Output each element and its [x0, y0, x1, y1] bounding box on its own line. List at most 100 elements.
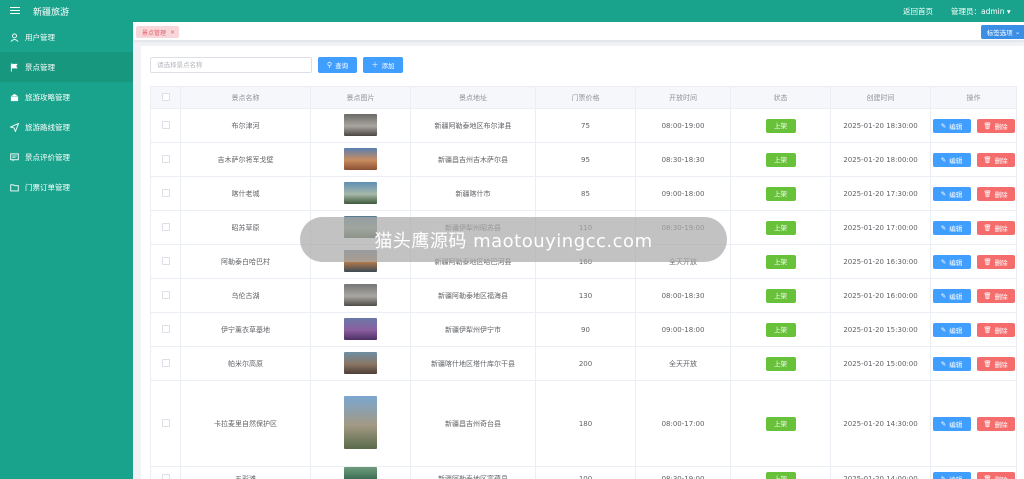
row-checkbox[interactable]: [161, 324, 170, 333]
header-actions: 操作: [930, 86, 1017, 109]
delete-button[interactable]: 🗑删除: [976, 220, 1015, 235]
delete-button[interactable]: 🗑删除: [976, 356, 1015, 371]
spot-price: 200: [535, 346, 636, 381]
edit-button[interactable]: ✎编辑: [932, 118, 971, 133]
edit-button[interactable]: ✎编辑: [932, 356, 971, 371]
row-select-cell: [150, 380, 181, 467]
edit-button[interactable]: ✎编辑: [932, 322, 971, 337]
actions-cell: ✎编辑 🗑删除: [930, 312, 1017, 347]
spot-image-cell: [310, 278, 411, 313]
status-badge[interactable]: 上架: [765, 254, 796, 269]
delete-button[interactable]: 🗑删除: [976, 416, 1015, 431]
delete-label: 删除: [994, 224, 1008, 233]
spot-price: 100: [535, 466, 636, 479]
row-checkbox[interactable]: [161, 222, 170, 231]
actions-cell: ✎编辑 🗑删除: [930, 380, 1017, 467]
actions-cell: ✎编辑 🗑删除: [930, 346, 1017, 381]
delete-button[interactable]: 🗑删除: [976, 254, 1015, 269]
edit-button[interactable]: ✎编辑: [932, 416, 971, 431]
edit-button[interactable]: ✎编辑: [932, 220, 971, 235]
delete-label: 删除: [994, 360, 1008, 369]
delete-button[interactable]: 🗑删除: [976, 186, 1015, 201]
row-checkbox[interactable]: [161, 256, 170, 265]
status-badge[interactable]: 上架: [765, 118, 796, 133]
menu-toggle-icon[interactable]: [10, 7, 20, 15]
trash-icon: 🗑: [983, 359, 992, 368]
edit-button[interactable]: ✎编辑: [932, 254, 971, 269]
sidebar: 新疆旅游 用户管理 景点管理 旅游攻略管理 旅游路线管理 景点评价管理 门票订单管理: [0, 0, 133, 479]
row-checkbox[interactable]: [161, 188, 170, 197]
sidebar-item-3[interactable]: 旅游路线管理: [0, 112, 133, 142]
sidebar-item-label: 门票订单管理: [25, 182, 70, 192]
plus-icon: ＋: [371, 61, 379, 69]
edit-icon: ✎: [940, 223, 947, 232]
sidebar-item-1[interactable]: 景点管理: [0, 52, 133, 82]
spot-address: 新疆阿勒泰地区富蕴县: [410, 466, 536, 479]
spot-address: 新疆喀什地区塔什库尔干县: [410, 346, 536, 381]
status-badge[interactable]: 上架: [765, 186, 796, 201]
sidebar-item-4[interactable]: 景点评价管理: [0, 142, 133, 172]
status-badge[interactable]: 上架: [765, 416, 796, 431]
home-link[interactable]: 返回首页: [903, 6, 933, 17]
spot-address: 新疆阿勒泰地区福海县: [410, 278, 536, 313]
spot-image-cell: [310, 108, 411, 143]
trash-icon: 🗑: [983, 189, 992, 198]
actions-cell: ✎编辑 🗑删除: [930, 108, 1017, 143]
edit-button[interactable]: ✎编辑: [932, 472, 971, 479]
spot-created: 2025-01-20 14:30:00: [830, 380, 931, 467]
status-cell: 上架: [730, 176, 831, 211]
caret-down-icon: ▾: [1006, 7, 1011, 16]
delete-button[interactable]: 🗑删除: [976, 322, 1015, 337]
actions-cell: ✎编辑 🗑删除: [930, 466, 1017, 479]
delete-label: 删除: [994, 156, 1008, 165]
row-checkbox[interactable]: [161, 120, 170, 129]
edit-button[interactable]: ✎编辑: [932, 152, 971, 167]
status-badge[interactable]: 上架: [765, 288, 796, 303]
spot-price: 75: [535, 108, 636, 143]
tab-options-button[interactable]: 标签选项 ⌄: [981, 25, 1024, 39]
search-input[interactable]: [150, 57, 312, 73]
delete-label: 删除: [994, 326, 1008, 335]
sidebar-item-0[interactable]: 用户管理: [0, 22, 133, 52]
add-button[interactable]: ＋添加: [363, 57, 403, 73]
delete-button[interactable]: 🗑删除: [976, 152, 1015, 167]
status-badge[interactable]: 上架: [765, 356, 796, 371]
edit-button[interactable]: ✎编辑: [932, 288, 971, 303]
row-checkbox[interactable]: [161, 358, 170, 367]
trash-icon: 🗑: [983, 121, 992, 130]
delete-label: 删除: [994, 122, 1008, 131]
row-checkbox[interactable]: [161, 290, 170, 299]
status-cell: 上架: [730, 210, 831, 245]
close-icon[interactable]: ×: [170, 29, 175, 36]
delete-label: 删除: [995, 474, 1008, 479]
row-checkbox[interactable]: [161, 474, 170, 479]
admin-menu[interactable]: 管理员：admin ▾: [951, 6, 1011, 17]
edit-icon: ✎: [940, 325, 947, 334]
add-label: 添加: [381, 62, 395, 70]
status-badge[interactable]: 上架: [765, 152, 796, 167]
status-badge[interactable]: 上架: [765, 322, 796, 337]
tab-spot-management[interactable]: 景点管理 ×: [136, 26, 180, 38]
delete-button[interactable]: 🗑删除: [976, 288, 1015, 303]
sidebar-item-5[interactable]: 门票订单管理: [0, 172, 133, 202]
row-select-cell: [150, 312, 181, 347]
search-bar: ⚲查询 ＋添加: [150, 57, 403, 73]
spots-table: 景点名称 景点图片 景点地址 门票价格 开放时间 状态 创建时间 操作 布尔津河…: [150, 86, 1017, 479]
actions-cell: ✎编辑 🗑删除: [930, 278, 1017, 313]
select-all-checkbox[interactable]: [161, 92, 170, 101]
status-badge[interactable]: 上架: [765, 472, 796, 479]
spot-image: [344, 351, 377, 374]
delete-button[interactable]: 🗑删除: [976, 472, 1015, 479]
row-checkbox[interactable]: [161, 418, 170, 427]
edit-icon: ✎: [940, 189, 947, 198]
delete-button[interactable]: 🗑删除: [976, 118, 1015, 133]
trash-icon: 🗑: [983, 475, 992, 479]
row-checkbox[interactable]: [161, 154, 170, 163]
edit-button[interactable]: ✎编辑: [932, 186, 971, 201]
sidebar-item-2[interactable]: 旅游攻略管理: [0, 82, 133, 112]
query-button[interactable]: ⚲ 查询: [318, 57, 357, 73]
chevron-down-icon: ⌄: [1014, 28, 1021, 36]
spot-image: [344, 467, 377, 479]
status-badge[interactable]: 上架: [765, 220, 796, 235]
header-name: 景点名称: [180, 86, 311, 109]
